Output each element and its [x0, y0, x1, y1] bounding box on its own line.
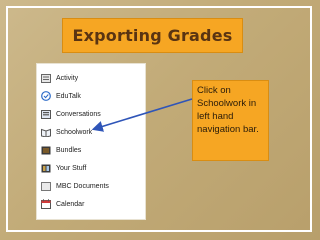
sidebar-item-conversations[interactable]: Conversations	[41, 107, 143, 121]
sidebar-item-label: Bundles	[56, 146, 82, 154]
sidebar-item-edutalk[interactable]: EduTalk	[41, 89, 143, 103]
calendar-icon	[41, 199, 51, 209]
sidebar-item-label: EduTalk	[56, 92, 81, 100]
sidebar-item-calendar[interactable]: Calendar	[41, 197, 143, 211]
your-stuff-icon	[41, 164, 51, 173]
sidebar-item-schoolwork[interactable]: Schoolwork	[41, 125, 143, 139]
slide-title: Exporting Grades	[72, 26, 233, 45]
conversations-icon	[41, 109, 51, 119]
sidebar-item-label: Activity	[56, 74, 79, 82]
documents-icon	[41, 181, 51, 191]
sidebar-item-label: Your Stuff	[56, 164, 87, 172]
schoolwork-icon	[41, 128, 51, 137]
title-box: Exporting Grades	[62, 18, 243, 53]
sidebar-item-activity[interactable]: Activity	[41, 71, 143, 85]
instruction-callout: Click on Schoolwork in left hand navigat…	[192, 80, 269, 161]
sidebar-item-label: Calendar	[56, 200, 85, 208]
sidebar-item-your-stuff[interactable]: Your Stuff	[41, 161, 143, 175]
sidebar-item-bundles[interactable]: Bundles	[41, 143, 143, 157]
slide-background: Exporting Grades Activity EduTalk Conver…	[0, 0, 320, 240]
sidebar-item-label: MBC Documents	[56, 182, 109, 190]
edutalk-icon	[41, 91, 51, 101]
sidebar-item-mbc-documents[interactable]: MBC Documents	[41, 179, 143, 193]
navigation-sidebar: Activity EduTalk Conversations Schoolwor…	[36, 63, 146, 220]
sidebar-item-label: Conversations	[56, 110, 101, 118]
sidebar-item-label: Schoolwork	[56, 128, 93, 136]
bundles-icon	[41, 146, 51, 155]
activity-icon	[41, 73, 51, 83]
